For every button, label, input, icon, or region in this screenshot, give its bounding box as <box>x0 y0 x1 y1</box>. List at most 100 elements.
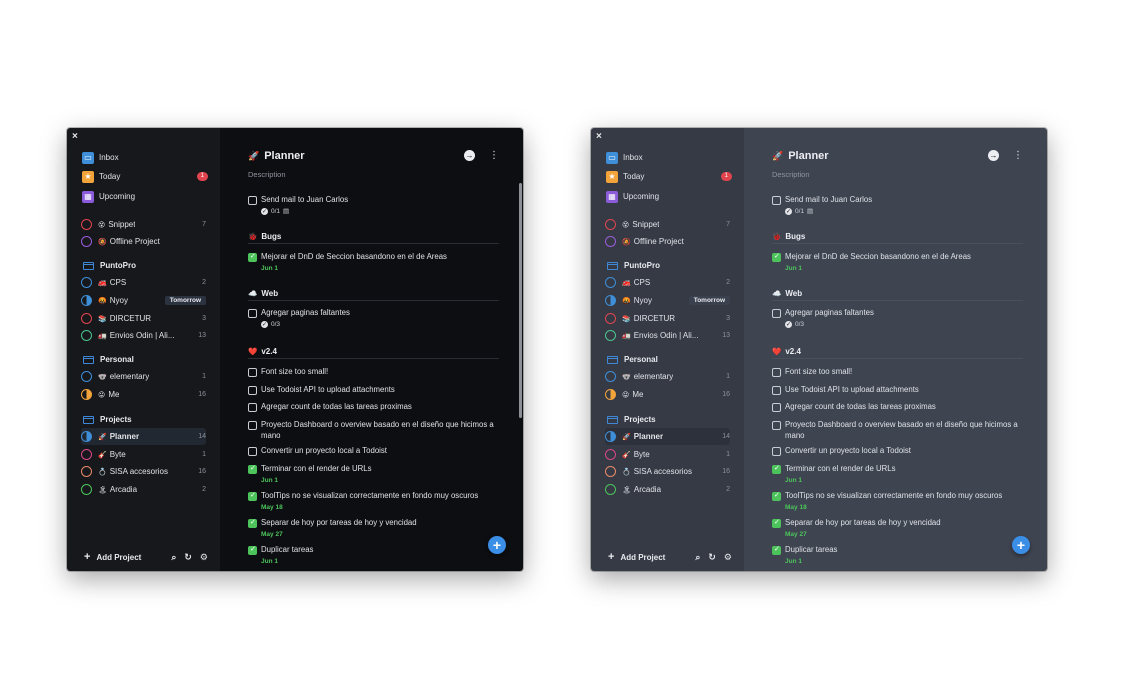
task-item[interactable]: ToolTips no se visualizan correctamente … <box>248 491 497 513</box>
task-item[interactable]: Use Todoist API to upload attachments <box>772 385 1021 396</box>
project-item-me[interactable]: 😜 Me 16 <box>605 386 730 403</box>
task-checkbox[interactable] <box>772 518 781 529</box>
sidebar-item-upcoming[interactable]: ▦ Upcoming <box>82 188 208 205</box>
sync-icon[interactable]: ↻ <box>184 552 192 563</box>
project-item-me[interactable]: 😜 Me 16 <box>81 386 206 403</box>
task-item[interactable]: Separar de hoy por tareas de hoy y venci… <box>248 518 497 540</box>
task-checkbox[interactable] <box>772 491 781 502</box>
task-checkbox[interactable] <box>248 491 257 502</box>
project-item-elementary[interactable]: 🐨 elementary 1 <box>81 368 206 385</box>
sidebar-item-inbox[interactable]: ▭ Inbox <box>82 149 208 166</box>
task-item[interactable]: Use Todoist API to upload attachments <box>248 385 497 396</box>
task-checkbox[interactable] <box>248 403 257 412</box>
task-checkbox[interactable] <box>248 386 257 395</box>
task-item[interactable]: Terminar con el render de URLs Jun 1 <box>248 464 497 486</box>
task-checkbox[interactable] <box>772 421 781 430</box>
task-checkbox[interactable] <box>248 518 257 529</box>
area-puntopro[interactable]: PuntoPro <box>607 258 730 273</box>
project-item-nyoy[interactable]: 🤬 Nyoy Tomorrow <box>605 292 730 309</box>
task-checkbox[interactable] <box>248 252 257 263</box>
task-item[interactable]: Agregar paginas faltantes ✓ 0/3 <box>248 308 497 330</box>
search-icon[interactable]: ⌕ <box>171 552 176 563</box>
task-item[interactable]: Agregar count de todas las tareas proxim… <box>772 402 1021 413</box>
section-header-bugs[interactable]: 🐞 Bugs <box>248 232 499 244</box>
project-item-sisa-accesorios[interactable]: 💍 SISA accesorios 16 <box>81 463 206 480</box>
task-checkbox[interactable] <box>248 447 257 456</box>
project-item-cps[interactable]: 🚒 CPS 2 <box>605 274 730 291</box>
add-task-button[interactable]: + <box>1012 536 1030 554</box>
search-icon[interactable]: ⌕ <box>695 552 700 563</box>
sidebar-item-today[interactable]: ★ Today 1 <box>82 168 208 185</box>
project-item-arcadia[interactable]: 🏝 Arcadia 2 <box>81 481 206 498</box>
task-checkbox[interactable] <box>248 464 257 475</box>
project-item-snippet[interactable]: 😵 Snippet 7 <box>81 216 206 233</box>
section-header-web[interactable]: ☁️ Web <box>772 289 1023 301</box>
scrollbar[interactable] <box>519 183 522 418</box>
project-item-envios-odin-ali[interactable]: 🚛 Envios Odin | Ali... 13 <box>605 327 730 344</box>
project-item-offline-project[interactable]: 🔕 Offline Project <box>605 233 730 250</box>
task-checkbox[interactable] <box>248 545 257 556</box>
project-item-arcadia[interactable]: 🏝 Arcadia 2 <box>605 481 730 498</box>
task-checkbox[interactable] <box>772 386 781 395</box>
more-vertical-icon[interactable]: ⋮ <box>1013 150 1023 161</box>
task-item[interactable]: Send mail to Juan Carlos ✓ 0/1 ▤ <box>248 195 497 217</box>
task-item[interactable]: Proyecto Dashboard o overview basado en … <box>248 420 497 441</box>
project-item-cps[interactable]: 🚒 CPS 2 <box>81 274 206 291</box>
task-item[interactable]: Duplicar tareas Jun 1 <box>248 545 497 567</box>
project-item-nyoy[interactable]: 🤬 Nyoy Tomorrow <box>81 292 206 309</box>
section-header-bugs[interactable]: 🐞 Bugs <box>772 232 1023 244</box>
task-item[interactable]: Mejorar el DnD de Seccion basandono en e… <box>248 252 497 274</box>
task-item[interactable]: Mejorar el DnD de Seccion basandono en e… <box>772 252 1021 274</box>
area-projects[interactable]: Projects <box>83 412 206 427</box>
arrow-right-icon[interactable]: → <box>464 150 475 161</box>
task-checkbox[interactable] <box>772 252 781 263</box>
gear-icon[interactable]: ⚙ <box>724 552 732 563</box>
arrow-right-icon[interactable]: → <box>988 150 999 161</box>
project-item-byte[interactable]: 🎸 Byte 1 <box>81 446 206 463</box>
task-item[interactable]: Font size too small! <box>248 367 497 378</box>
task-item[interactable]: Convertir un proyecto local a Todoist <box>772 446 1021 457</box>
project-item-envios-odin-ali[interactable]: 🚛 Envios Odin | Ali... 13 <box>81 327 206 344</box>
project-description[interactable]: Description <box>248 170 286 179</box>
task-checkbox[interactable] <box>772 545 781 556</box>
task-item[interactable]: Separar de hoy por tareas de hoy y venci… <box>772 518 1021 540</box>
task-checkbox[interactable] <box>248 368 257 377</box>
close-icon[interactable]: × <box>596 132 602 142</box>
task-checkbox[interactable] <box>772 464 781 475</box>
task-item[interactable]: Agregar count de todas las tareas proxim… <box>248 402 497 413</box>
project-item-dircetur[interactable]: 📚 DIRCETUR 3 <box>605 310 730 327</box>
task-item[interactable]: Send mail to Juan Carlos ✓ 0/1 ▤ <box>772 195 1021 217</box>
add-project-button[interactable]: + Add Project <box>84 551 141 563</box>
project-item-elementary[interactable]: 🐨 elementary 1 <box>605 368 730 385</box>
sidebar-item-inbox[interactable]: ▭ Inbox <box>606 149 732 166</box>
task-checkbox[interactable] <box>248 421 257 430</box>
task-item[interactable]: Terminar con el render de URLs Jun 1 <box>772 464 1021 486</box>
sidebar-item-today[interactable]: ★ Today 1 <box>606 168 732 185</box>
project-item-sisa-accesorios[interactable]: 💍 SISA accesorios 16 <box>605 463 730 480</box>
task-item[interactable]: Font size too small! <box>772 367 1021 378</box>
area-personal[interactable]: Personal <box>607 352 730 367</box>
task-checkbox[interactable] <box>248 309 257 318</box>
add-task-button[interactable]: + <box>488 536 506 554</box>
area-puntopro[interactable]: PuntoPro <box>83 258 206 273</box>
project-item-dircetur[interactable]: 📚 DIRCETUR 3 <box>81 310 206 327</box>
gear-icon[interactable]: ⚙ <box>200 552 208 563</box>
project-item-planner[interactable]: 🚀 Planner 14 <box>81 428 206 445</box>
project-description[interactable]: Description <box>772 170 810 179</box>
task-checkbox[interactable] <box>772 403 781 412</box>
project-title[interactable]: Planner <box>788 150 828 162</box>
sidebar-item-upcoming[interactable]: ▦ Upcoming <box>606 188 732 205</box>
close-icon[interactable]: × <box>72 132 78 142</box>
sync-icon[interactable]: ↻ <box>708 552 716 563</box>
more-vertical-icon[interactable]: ⋮ <box>489 150 499 161</box>
task-checkbox[interactable] <box>772 447 781 456</box>
project-item-byte[interactable]: 🎸 Byte 1 <box>605 446 730 463</box>
project-item-snippet[interactable]: 😵 Snippet 7 <box>605 216 730 233</box>
add-project-button[interactable]: + Add Project <box>608 551 665 563</box>
task-checkbox[interactable] <box>772 309 781 318</box>
task-item[interactable]: Agregar paginas faltantes ✓ 0/3 <box>772 308 1021 330</box>
task-checkbox[interactable] <box>248 196 257 205</box>
project-item-offline-project[interactable]: 🔕 Offline Project <box>81 233 206 250</box>
section-header-web[interactable]: ☁️ Web <box>248 289 499 301</box>
task-checkbox[interactable] <box>772 196 781 205</box>
